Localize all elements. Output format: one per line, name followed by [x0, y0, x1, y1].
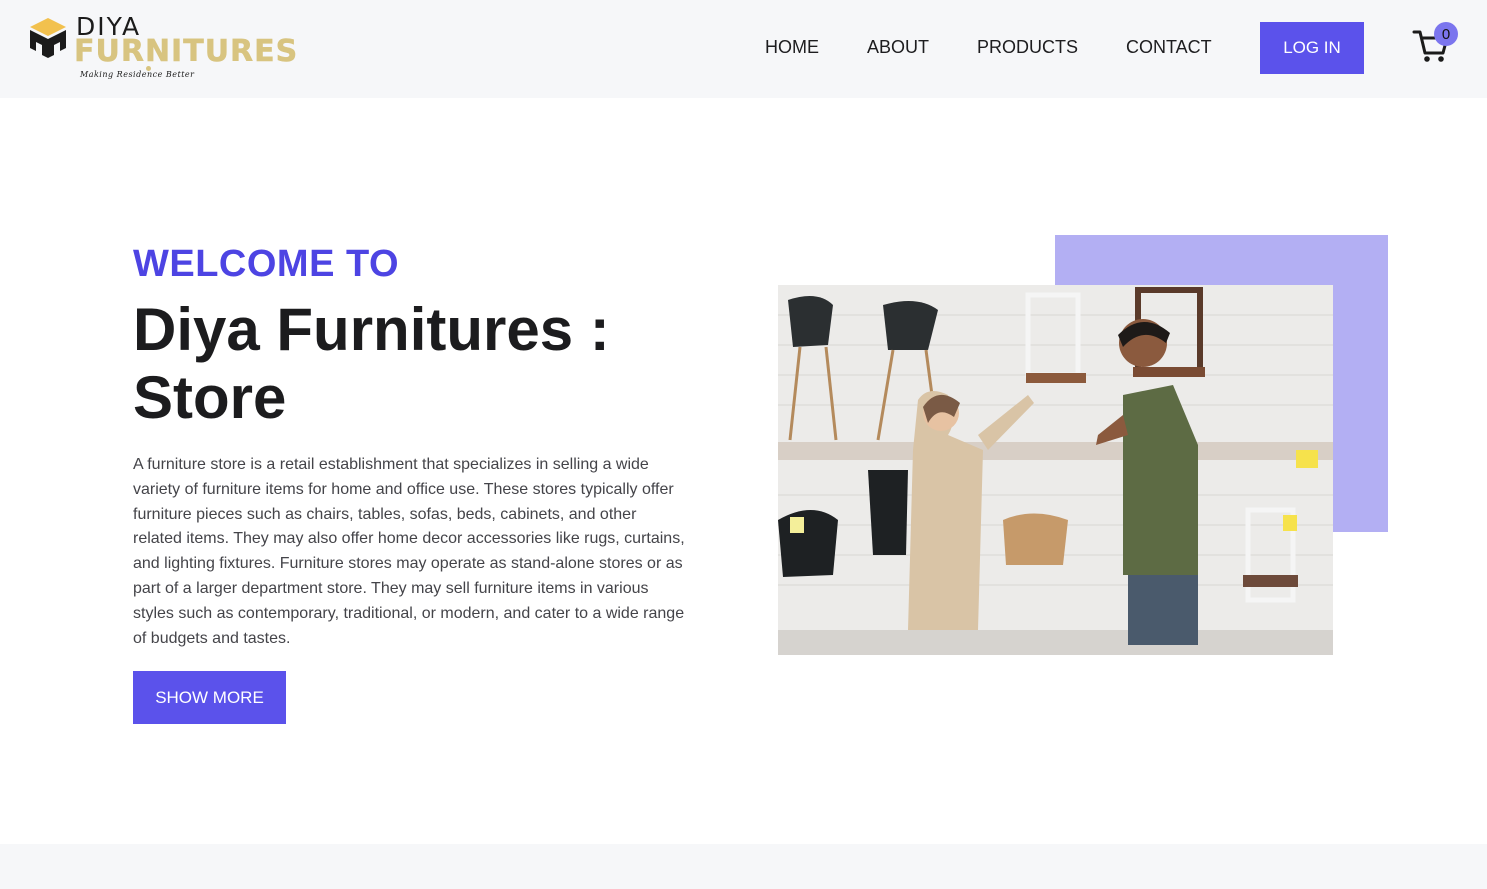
brand-logo[interactable]: DIYA FURNITURES Making Residence Better	[28, 12, 297, 84]
logo-cube-icon	[30, 18, 66, 58]
hero-kicker: WELCOME TO	[133, 243, 400, 285]
next-section-band	[0, 844, 1487, 889]
hero-description: A furniture store is a retail establishm…	[133, 456, 685, 647]
cart-count-badge: 0	[1434, 22, 1458, 46]
show-more-button[interactable]: SHOW MORE	[133, 671, 286, 724]
hero-title: Diya Furnitures : Store	[133, 296, 610, 431]
nav-products[interactable]: PRODUCTS	[977, 37, 1078, 58]
nav-contact[interactable]: CONTACT	[1126, 37, 1212, 58]
brand-tagline: Making Residence Better	[80, 70, 195, 79]
site-header: DIYA FURNITURES Making Residence Better …	[0, 0, 1487, 98]
nav-about[interactable]: ABOUT	[867, 37, 929, 58]
nav-home[interactable]: HOME	[765, 37, 819, 58]
brand-name-line2: FURNITURES	[74, 34, 299, 70]
login-button[interactable]: LOG IN	[1260, 22, 1364, 74]
hero-photo	[778, 285, 1333, 655]
